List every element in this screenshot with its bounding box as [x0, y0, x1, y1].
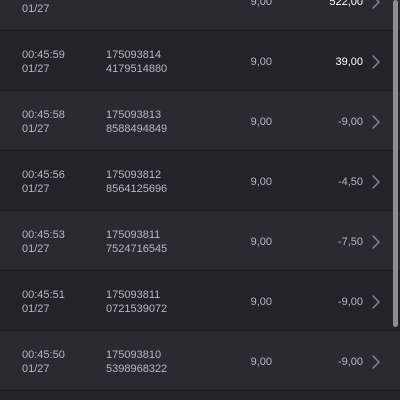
row-amount: -9,00 [337, 116, 363, 128]
row-id-line2: 4179514880 [106, 63, 168, 75]
row-time: 00:45:50 [22, 349, 65, 361]
row-amount: -7,50 [337, 236, 363, 248]
chevron-right-icon[interactable] [369, 113, 383, 131]
transaction-row[interactable]: 00:45:51 01/27 175093811 0721539072 9,00… [0, 271, 400, 331]
row-id-line2: 7524716545 [106, 243, 168, 255]
chevron-right-icon[interactable] [369, 53, 383, 71]
row-id-line2: 8564125696 [106, 183, 168, 195]
row-id-line2: 5398968322 [106, 363, 168, 375]
chevron-right-icon[interactable] [369, 293, 383, 311]
row-stake: 9,00 [250, 0, 272, 8]
row-stake: 9,00 [250, 176, 272, 188]
row-date: 01/27 [22, 303, 50, 315]
row-date: 01/27 [22, 363, 50, 375]
row-id-line1: 175093810 [106, 349, 162, 361]
scrollbar[interactable] [393, 0, 398, 327]
row-amount: -9,00 [337, 356, 363, 368]
row-amount: -4,50 [337, 176, 363, 188]
row-stake: 9,00 [250, 356, 272, 368]
row-amount: 522,00 [329, 0, 363, 8]
row-id-line1: 175093813 [106, 109, 162, 121]
transaction-row[interactable]: 00:45:53 01/27 175093811 7524716545 9,00… [0, 211, 400, 271]
chevron-right-icon[interactable] [369, 233, 383, 251]
row-stake: 9,00 [250, 116, 272, 128]
row-id-line1: 175093812 [106, 169, 162, 181]
row-date: 01/27 [22, 183, 50, 195]
row-date: 01/27 [22, 243, 50, 255]
transaction-row[interactable]: 00:45:56 01/27 175093812 8564125696 9,00… [0, 151, 400, 211]
chevron-right-icon[interactable] [369, 173, 383, 191]
row-stake: 9,00 [250, 296, 272, 308]
chevron-right-icon[interactable] [369, 0, 383, 11]
row-id-line1: 175093811 [106, 289, 161, 301]
row-time: 00:45:58 [22, 109, 65, 121]
row-date: 01/27 [22, 63, 50, 75]
row-date: 01/27 [22, 123, 50, 135]
row-id-line2: 0721539072 [106, 303, 168, 315]
transaction-row[interactable]: 00:45:50 01/27 175093810 5398968322 9,00… [0, 331, 400, 391]
transaction-row[interactable]: 01/27 9,00 522,00 [0, 0, 400, 31]
row-amount: -9,00 [337, 296, 363, 308]
row-stake: 9,00 [250, 236, 272, 248]
row-id-line1: 175093814 [106, 49, 162, 61]
chevron-right-icon[interactable] [369, 353, 383, 371]
row-time: 00:45:53 [22, 229, 65, 241]
row-time: 00:45:56 [22, 169, 65, 181]
row-id-line2: 8588494849 [106, 123, 168, 135]
row-time: 00:45:59 [22, 49, 65, 61]
row-amount: 39,00 [335, 56, 363, 68]
row-stake: 9,00 [250, 56, 272, 68]
row-date: 01/27 [22, 3, 50, 15]
transaction-row[interactable]: 00:45:58 01/27 175093813 8588494849 9,00… [0, 91, 400, 151]
row-id-line1: 175093811 [106, 229, 161, 241]
transaction-list: 01/27 9,00 522,00 00:45:59 01/27 1750938… [0, 0, 400, 391]
row-time: 00:45:51 [22, 289, 65, 301]
transaction-row[interactable]: 00:45:59 01/27 175093814 4179514880 9,00… [0, 31, 400, 91]
